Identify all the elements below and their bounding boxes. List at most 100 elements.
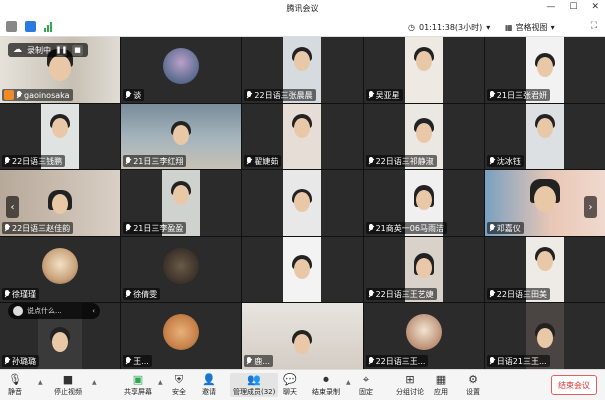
participant-face <box>52 118 69 139</box>
avatar <box>405 314 442 351</box>
participant-tile[interactable]: 22日语三张晨晨 <box>242 37 363 103</box>
window-controls: — ☐ ✕ <box>546 2 599 12</box>
participant-name-tag: 21日三张君妍 <box>486 88 550 101</box>
participant-name-tag: 22日语三王... <box>365 354 429 367</box>
participant-tile[interactable]: 吴亚星 <box>363 37 484 103</box>
chat-placeholder: 说点什么... <box>27 307 62 315</box>
chevron-left-icon: ‹ <box>10 201 15 213</box>
signal-icon[interactable] <box>44 21 56 32</box>
participant-tile[interactable] <box>242 170 363 236</box>
participant-face <box>415 123 432 144</box>
participant-face <box>294 51 311 72</box>
participant-name-tag: 翟婕茹 <box>244 155 282 168</box>
close-icon[interactable]: ✕ <box>591 2 599 12</box>
next-page-button[interactable]: › <box>584 196 597 218</box>
participant-tile[interactable]: 21日三李红翔 <box>121 103 242 170</box>
participant-tile[interactable]: 21日三张君妍 <box>484 37 605 103</box>
emoji-icon[interactable] <box>13 306 23 316</box>
invite-button[interactable]: 👤 邀请 <box>202 373 216 397</box>
participant-tile[interactable]: 21商英一06马雨洁 <box>363 170 484 236</box>
participant-tile[interactable]: 沈冰钰 <box>484 103 605 170</box>
avatar <box>163 47 200 84</box>
participant-tile[interactable] <box>242 236 363 303</box>
pin-button[interactable]: ⌖ 固定 <box>359 373 373 397</box>
mic-muted-icon <box>368 356 374 366</box>
mic-muted-icon <box>125 90 131 100</box>
minimize-icon[interactable]: — <box>546 2 555 12</box>
apps-icon: ▦ <box>435 373 447 386</box>
apps-button[interactable]: ▦ 应用 <box>434 373 448 397</box>
settings-button[interactable]: ⚙ 设置 <box>466 373 480 397</box>
mic-muted-icon <box>246 157 252 166</box>
participant-tile[interactable]: 22日语三钱鹏 <box>0 103 121 170</box>
participant-tile[interactable]: 鹿... <box>242 303 363 369</box>
participant-tile[interactable]: 日语21三王... <box>484 303 605 369</box>
gear-icon: ⚙ <box>468 373 478 386</box>
meeting-info-icon[interactable] <box>6 21 17 32</box>
breakout-rooms-button[interactable]: ⊞ 分组讨论 <box>396 373 424 397</box>
fullscreen-icon[interactable]: ⛶ <box>591 21 597 31</box>
chevron-left-icon[interactable]: ‹ <box>92 307 95 315</box>
participant-name-tag: 鹿... <box>244 354 274 367</box>
avatar <box>42 247 79 284</box>
participant-name-tag: 22日语三钱鹏 <box>2 155 66 168</box>
stop-recording-button[interactable]: ■ <box>72 44 83 56</box>
participant-tile[interactable]: 22日语三田美 <box>484 236 605 303</box>
mic-muted-icon <box>246 90 252 100</box>
cloud-icon: ☁ <box>13 45 22 55</box>
participant-name-tag: 22日语三田美 <box>486 288 550 301</box>
participant-tile[interactable]: 翟婕茹 <box>242 103 363 170</box>
meeting-info-bar: ◷ 01:11:38(3小时) ▾ ▦ 宫格视图 ▾ ⛶ <box>0 17 605 37</box>
end-recording-button[interactable]: ⏺ 结束录制 <box>312 373 340 397</box>
view-switch-button[interactable]: ▦ 宫格视图 ▾ <box>505 22 555 33</box>
security-button[interactable]: ⛨ 安全 <box>172 373 186 397</box>
participant-name-tag: 徐瑾瑾 <box>2 288 39 301</box>
previous-page-button[interactable]: ‹ <box>6 196 19 218</box>
video-grid: ☁ 录制中 ❚❚ ■ gaoinosaka 谈 22日语三张晨晨 吴亚星 21日… <box>0 37 605 369</box>
participant-tile[interactable]: 徐瑾瑾 <box>0 236 121 303</box>
chat-button[interactable]: 💬 聊天 <box>283 373 297 397</box>
mic-muted-icon <box>368 223 374 233</box>
mic-muted-icon <box>246 356 252 366</box>
share-screen-button[interactable]: ▣ 共享屏幕 <box>124 373 152 397</box>
mic-muted-icon <box>489 223 495 233</box>
mic-muted-icon <box>4 223 10 233</box>
mic-muted-icon <box>125 223 131 233</box>
participant-tile[interactable]: 谈 <box>121 37 242 103</box>
pause-recording-button[interactable]: ❚❚ <box>56 44 67 56</box>
chevron-up-icon[interactable]: ▲ <box>158 379 163 386</box>
participant-face <box>536 251 553 272</box>
participant-face <box>49 55 72 82</box>
participant-name-tag: 22日语三张晨晨 <box>244 88 316 101</box>
shield-icon[interactable] <box>25 21 36 32</box>
participant-name-tag: 22日语三祁静淑 <box>365 155 437 168</box>
chevron-up-icon[interactable]: ▲ <box>38 379 43 386</box>
participant-face <box>52 332 69 353</box>
mic-muted-icon <box>4 356 10 366</box>
meeting-timer[interactable]: ◷ 01:11:38(3小时) ▾ <box>408 22 490 33</box>
participant-name-tag: 21商英一06马雨洁 <box>365 221 447 234</box>
participant-tile[interactable]: 22日语三祁静淑 <box>363 103 484 170</box>
participant-tile[interactable]: 21日三李盈盈 <box>121 170 242 236</box>
mute-button[interactable]: 🎙 静音 <box>8 373 22 397</box>
participant-tile[interactable]: 22日语三王艺婕 <box>363 236 484 303</box>
grid-icon: ▦ <box>505 23 513 32</box>
participant-tile[interactable]: 22日语三王... <box>363 303 484 369</box>
manage-participants-button[interactable]: 👥 管理成员(32) <box>230 373 279 397</box>
chevron-up-icon[interactable]: ▲ <box>346 379 351 386</box>
participant-face <box>415 51 432 72</box>
participant-face <box>533 185 556 212</box>
chat-quick-input[interactable]: 说点什么... ‹ <box>8 303 100 319</box>
end-meeting-button[interactable]: 结束会议 <box>551 375 597 395</box>
participant-tile[interactable]: 徐倩雯 <box>121 236 242 303</box>
maximize-icon[interactable]: ☐ <box>569 2 577 12</box>
recording-label: 录制中 <box>27 45 51 55</box>
chevron-up-icon[interactable]: ▲ <box>92 379 97 386</box>
stop-video-button[interactable]: ■ 停止视频 <box>54 373 82 397</box>
video-camera-icon: ■ <box>62 373 74 386</box>
participant-tile[interactable]: ☁ 录制中 ❚❚ ■ gaoinosaka <box>0 37 121 103</box>
clock-icon: ◷ <box>408 23 415 32</box>
participant-name-tag: 邓嘉仪 <box>486 221 524 234</box>
timer-text: 01:11:38(3小时) <box>418 23 483 32</box>
participant-tile[interactable]: 王... <box>121 303 242 369</box>
